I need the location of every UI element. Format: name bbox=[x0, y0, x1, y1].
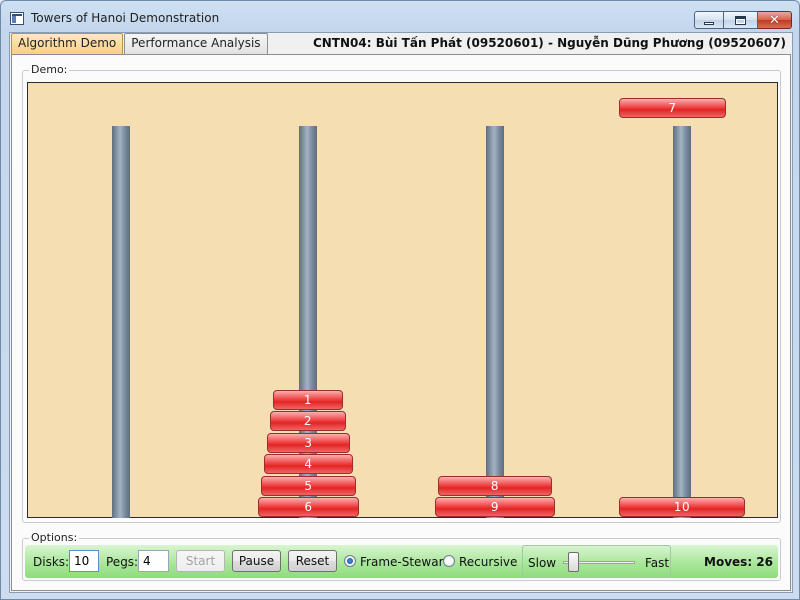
disk-8: 8 bbox=[438, 476, 552, 496]
options-group: Options: Disks: 10 Pegs: 4 Start Pause R… bbox=[22, 531, 781, 581]
moves-counter: Moves: 26 bbox=[704, 555, 773, 569]
disk-3: 3 bbox=[267, 433, 350, 453]
close-button[interactable]: ✕ bbox=[758, 11, 792, 29]
start-button[interactable]: Start bbox=[176, 550, 225, 572]
minimize-button[interactable] bbox=[694, 11, 724, 29]
recursive-radio[interactable] bbox=[443, 555, 455, 567]
frame-stewart-label[interactable]: Frame-Stewart bbox=[360, 555, 448, 569]
tab-strip: Algorithm Demo Performance Analysis bbox=[11, 33, 269, 55]
close-icon: ✕ bbox=[769, 12, 780, 28]
recursive-label[interactable]: Recursive bbox=[459, 555, 517, 569]
disk-7-moving: 7 bbox=[619, 98, 726, 118]
window-title: Towers of Hanoi Demonstration bbox=[31, 11, 220, 25]
peg-3 bbox=[486, 126, 504, 518]
frame-stewart-radio[interactable] bbox=[344, 555, 356, 567]
disk-1: 1 bbox=[273, 390, 343, 410]
disks-label: Disks: bbox=[33, 555, 70, 569]
maximize-button[interactable] bbox=[724, 11, 758, 29]
speed-fast-label: Fast bbox=[645, 556, 670, 570]
disk-4: 4 bbox=[264, 454, 353, 474]
demo-group-label: Demo: bbox=[29, 63, 70, 77]
disk-5: 5 bbox=[261, 476, 356, 496]
maximize-icon bbox=[735, 15, 746, 25]
pegs-input[interactable]: 4 bbox=[138, 550, 169, 572]
disks-input[interactable]: 10 bbox=[69, 550, 99, 572]
speed-control: Slow Fast bbox=[522, 545, 671, 578]
disk-9: 9 bbox=[435, 497, 555, 517]
options-group-label: Options: bbox=[29, 531, 80, 545]
tab-algorithm-demo[interactable]: Algorithm Demo bbox=[11, 33, 124, 55]
minimize-icon bbox=[704, 21, 714, 25]
options-bar: Disks: 10 Pegs: 4 Start Pause Reset Fram… bbox=[25, 545, 778, 578]
client-area: Algorithm Demo Performance Analysis CNTN… bbox=[9, 32, 793, 593]
title-bar[interactable]: Towers of Hanoi Demonstration ✕ bbox=[1, 1, 799, 35]
speed-slider-thumb[interactable] bbox=[568, 552, 579, 572]
demo-group: Demo: 6 5 4 3 2 1 9 8 10 7 bbox=[22, 63, 781, 523]
pause-button[interactable]: Pause bbox=[232, 550, 281, 572]
tab-performance-analysis[interactable]: Performance Analysis bbox=[124, 33, 268, 54]
app-window: Towers of Hanoi Demonstration ✕ Algorith… bbox=[0, 0, 800, 600]
tab-panel-algorithm-demo: Demo: 6 5 4 3 2 1 9 8 10 7 Options: Disks: 10 Peg… bbox=[11, 54, 791, 591]
reset-button[interactable]: Reset bbox=[288, 550, 337, 572]
speed-slow-label: Slow bbox=[528, 556, 557, 570]
app-icon bbox=[10, 12, 24, 25]
disk-2: 2 bbox=[270, 411, 346, 431]
hanoi-board: 6 5 4 3 2 1 9 8 10 7 bbox=[27, 82, 778, 518]
disk-10: 10 bbox=[619, 497, 745, 517]
peg-1 bbox=[112, 126, 130, 518]
authors-label: CNTN04: Bùi Tấn Phát (09520601) - Nguyễn… bbox=[312, 36, 786, 50]
pegs-label: Pegs: bbox=[106, 555, 139, 569]
peg-4 bbox=[673, 126, 691, 518]
disk-6: 6 bbox=[258, 497, 359, 517]
